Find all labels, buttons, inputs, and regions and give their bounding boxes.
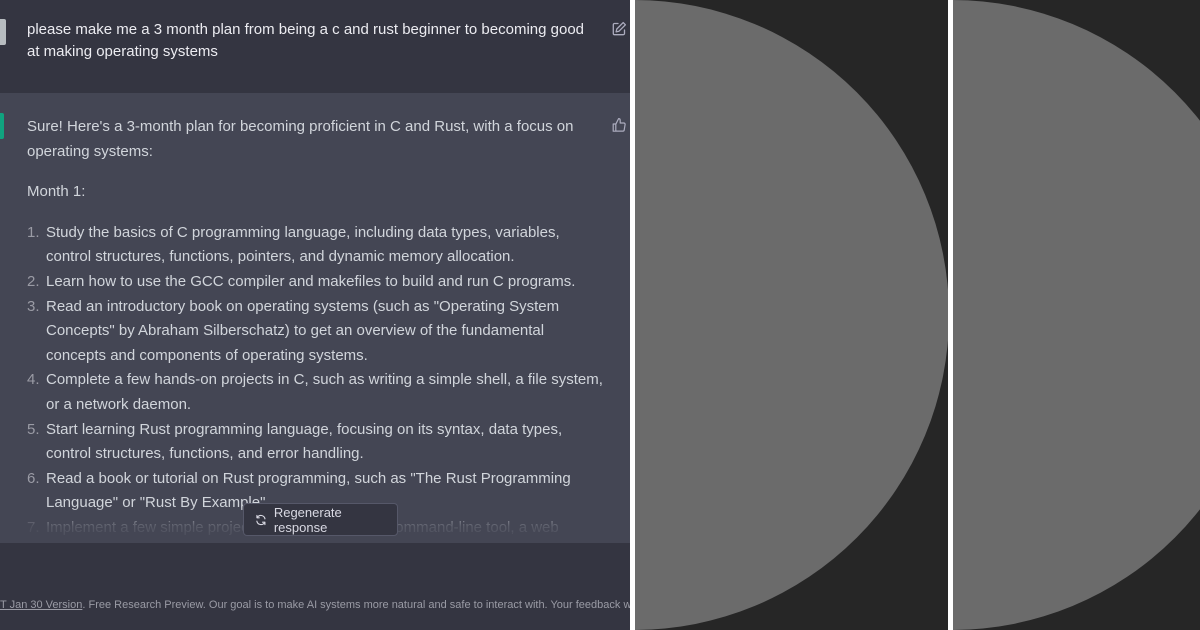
user-message: please make me a 3 month plan from being…: [0, 0, 630, 93]
input-area: [0, 543, 630, 585]
edit-icon[interactable]: [611, 21, 627, 37]
month-heading: Month 1:: [27, 183, 86, 201]
dark-panel-left: [635, 0, 948, 630]
list-item-number: 1.: [27, 223, 40, 241]
list-item: 4. Complete a few hands-on projects in C,…: [27, 368, 607, 417]
list-item-number: 4.: [27, 371, 40, 389]
version-link[interactable]: T Jan 30 Version: [0, 599, 82, 611]
footer-disclaimer: . Free Research Preview. Our goal is to …: [82, 599, 630, 611]
list-item-number: 3.: [27, 297, 40, 315]
user-avatar: [0, 19, 6, 45]
assistant-avatar: [0, 113, 4, 139]
list-item-text: Study the basics of C programming langua…: [46, 223, 560, 266]
user-message-text: please make me a 3 month plan from being…: [27, 21, 585, 60]
list-item-text: Learn how to use the GCC compiler and ma…: [46, 272, 576, 290]
list-item: 5. Start learning Rust programming langua…: [27, 418, 607, 467]
thumbs-up-icon[interactable]: [611, 117, 627, 133]
footer: T Jan 30 Version. Free Research Preview.…: [0, 585, 630, 630]
assistant-intro: Sure! Here's a 3-month plan for becoming…: [27, 118, 574, 160]
list-item: 2. Learn how to use the GCC compiler and …: [27, 270, 607, 295]
list-item: 3. Read an introductory book on operating…: [27, 295, 607, 369]
list-item-text: Read an introductory book on operating s…: [46, 297, 560, 364]
regenerate-label: Regenerate response: [273, 504, 342, 535]
list-item-text: Start learning Rust programming language…: [46, 420, 563, 463]
list-item: 1. Study the basics of C programming lang…: [27, 221, 607, 270]
list-item-number: 7.: [27, 518, 40, 536]
dark-panel-right: [953, 0, 1200, 630]
chat-panel: please make me a 3 month plan from being…: [0, 0, 630, 630]
half-circle-shape: [953, 0, 1200, 630]
assistant-message-body: Sure! Here's a 3-month plan for becoming…: [27, 115, 607, 565]
list-item-number: 6.: [27, 469, 40, 487]
footer-text: T Jan 30 Version. Free Research Preview.…: [0, 598, 630, 612]
list-item-number: 5.: [27, 420, 40, 438]
assistant-message: Sure! Here's a 3-month plan for becoming…: [0, 93, 630, 561]
half-circle-shape: [635, 0, 948, 630]
refresh-icon: [256, 514, 266, 525]
regenerate-response-button[interactable]: Regenerate response: [243, 503, 398, 536]
list-item-number: 2.: [27, 272, 40, 290]
list-item-text: Complete a few hands-on projects in C, s…: [46, 371, 603, 413]
